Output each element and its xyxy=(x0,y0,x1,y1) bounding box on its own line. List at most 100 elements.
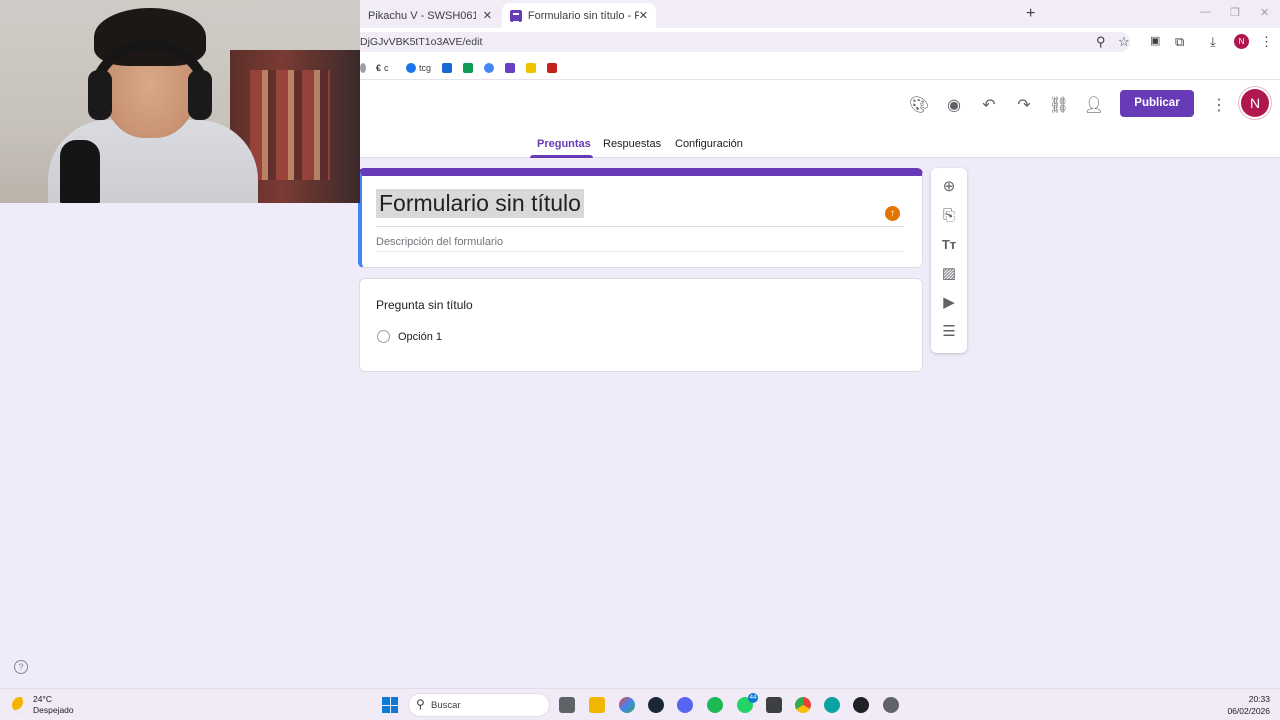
close-tab-icon[interactable]: ✕ xyxy=(483,9,492,22)
browser-tab-bar: Pikachu V - SWSH061 - Sword ✕ Formulario… xyxy=(360,0,1280,28)
more-options-icon[interactable]: ⋮ xyxy=(1208,95,1230,117)
obs-icon[interactable] xyxy=(853,697,869,713)
headset-ear-right xyxy=(188,70,212,120)
bookmark-gear[interactable] xyxy=(360,61,369,75)
bookmark-label: c xyxy=(384,63,389,73)
publish-button[interactable]: Publicar xyxy=(1120,90,1194,117)
question-toolbar: ⊕ ⎘ Tт ▨ ▶ ☰ xyxy=(931,168,967,353)
teal-app-icon[interactable] xyxy=(824,697,840,713)
circle-app-icon xyxy=(484,63,494,73)
taskbar-search[interactable]: ⚲ Buscar xyxy=(408,693,550,717)
bookmark-cloud[interactable] xyxy=(442,61,455,75)
clock-date[interactable]: 06/02/2026 xyxy=(1215,706,1270,716)
code-extension-icon[interactable]: ▣ xyxy=(1150,34,1160,47)
bookmarks-bar: € c tcg xyxy=(360,56,1280,80)
whatsapp-badge: 44 xyxy=(748,693,758,703)
bookmark-purple[interactable] xyxy=(505,61,518,75)
bookmark-label: tcg xyxy=(419,63,432,73)
browser-tab-forms[interactable]: Formulario sin título - Formul ✕ xyxy=(502,3,656,28)
undo-icon[interactable]: ↶ xyxy=(978,95,1000,117)
steam-icon[interactable] xyxy=(648,697,664,713)
option-label[interactable]: Opción 1 xyxy=(398,331,442,343)
add-image-icon[interactable]: ▨ xyxy=(939,264,959,284)
browser-tab-pikachu[interactable]: Pikachu V - SWSH061 - Sword ✕ xyxy=(360,3,500,28)
add-collaborator-icon[interactable]: 👤︎ xyxy=(1083,95,1105,117)
sheets-icon xyxy=(463,63,473,73)
redo-icon[interactable]: ↷ xyxy=(1013,95,1035,117)
add-question-icon[interactable]: ⊕ xyxy=(939,177,959,197)
tab-title: Formulario sin título - Formul xyxy=(527,9,639,22)
title-underline xyxy=(376,226,904,227)
whatsapp-icon[interactable]: 44 xyxy=(737,693,758,713)
add-title-icon[interactable]: Tт xyxy=(939,235,959,255)
tab-title: Pikachu V - SWSH061 - Sword xyxy=(368,9,476,22)
tab-configuracion[interactable]: Configuración xyxy=(675,138,743,150)
tab-preguntas[interactable]: Preguntas xyxy=(537,138,591,150)
address-bar-row: DjGJvVBK5tT1o3AVE/edit ⚲ ☆ ▣ ⧉ ⤓ N ⋮ xyxy=(360,28,1280,56)
download-icon[interactable]: ⤓ xyxy=(1210,34,1216,50)
microphone xyxy=(60,140,100,203)
red-app-icon xyxy=(547,63,557,73)
headset-ear-left xyxy=(88,70,112,120)
close-window-icon[interactable]: ✕ xyxy=(1260,6,1269,19)
minimize-icon[interactable]: — xyxy=(1200,6,1211,18)
forms-header: 🎨︎ ◉ ↶ ↷ ⛓ 👤︎ Publicar ⋮ N Preguntas Res… xyxy=(360,80,1280,158)
extensions-icon[interactable]: ⧉ xyxy=(1175,34,1184,50)
euro-icon: € xyxy=(376,63,382,73)
chrome-icon[interactable] xyxy=(795,697,811,713)
tab-respuestas[interactable]: Respuestas xyxy=(603,138,661,150)
upload-arrow-icon[interactable]: ↑ xyxy=(885,206,900,221)
description-underline xyxy=(376,251,904,252)
task-view-icon[interactable] xyxy=(559,697,575,713)
bookmark-sheets[interactable] xyxy=(463,61,476,75)
moon-weather-icon[interactable] xyxy=(12,697,28,713)
zoom-icon[interactable]: ⚲ xyxy=(1096,34,1106,50)
calculator-icon[interactable] xyxy=(766,697,782,713)
weather-condition: Despejado xyxy=(33,705,74,715)
yellow-app-icon xyxy=(526,63,536,73)
active-tab-indicator xyxy=(530,155,593,158)
file-explorer-icon[interactable] xyxy=(589,697,605,713)
copilot-icon[interactable] xyxy=(619,697,635,713)
windows-start-icon[interactable] xyxy=(382,697,398,713)
windows-taskbar: 24°C Despejado ⚲ Buscar 44 20:33 06/02/2… xyxy=(0,688,1280,720)
palette-icon[interactable]: 🎨︎ xyxy=(908,95,930,117)
bookmark-c[interactable]: € c xyxy=(376,61,389,75)
new-tab-icon[interactable]: + xyxy=(1026,5,1035,23)
bookmark-yellow[interactable] xyxy=(526,61,539,75)
question-card[interactable]: Pregunta sin título Opción 1 xyxy=(359,278,923,372)
settings-icon[interactable] xyxy=(883,697,899,713)
restore-icon[interactable]: ❐ xyxy=(1230,6,1240,19)
tcg-icon xyxy=(406,63,416,73)
preview-eye-icon[interactable]: ◉ xyxy=(943,95,965,117)
search-icon: ⚲ xyxy=(416,697,425,711)
add-section-icon[interactable]: ☰ xyxy=(939,322,959,342)
bookmark-star-icon[interactable]: ☆ xyxy=(1118,34,1130,50)
bookmark-red[interactable] xyxy=(547,61,560,75)
spotify-icon[interactable] xyxy=(707,697,723,713)
link-icon[interactable]: ⛓ xyxy=(1048,95,1070,117)
add-video-icon[interactable]: ▶ xyxy=(939,293,959,313)
form-title-input[interactable]: Formulario sin título xyxy=(376,189,584,218)
discord-icon[interactable] xyxy=(677,697,693,713)
form-title-card: Formulario sin título ↑ Descripción del … xyxy=(358,168,923,268)
account-avatar[interactable]: N xyxy=(1241,89,1269,117)
close-tab-icon[interactable]: ✕ xyxy=(639,9,648,22)
url-field[interactable]: DjGJvVBK5tT1o3AVE/edit xyxy=(360,32,1130,52)
bookmark-circle[interactable] xyxy=(484,61,497,75)
weather-temperature: 24°C xyxy=(33,694,52,704)
import-questions-icon[interactable]: ⎘ xyxy=(939,206,959,226)
gear-icon xyxy=(360,63,366,73)
bookmark-tcg[interactable]: tcg xyxy=(406,61,431,75)
clock-time[interactable]: 20:33 xyxy=(1225,694,1270,704)
webcam-overlay xyxy=(0,0,360,203)
help-icon[interactable]: ? xyxy=(14,660,28,674)
cloud-icon xyxy=(442,63,452,73)
search-label: Buscar xyxy=(431,700,461,711)
question-title[interactable]: Pregunta sin título xyxy=(376,298,473,312)
profile-avatar-small[interactable]: N xyxy=(1234,34,1249,49)
radio-option-icon xyxy=(377,330,390,343)
browser-menu-icon[interactable]: ⋮ xyxy=(1260,34,1273,50)
purple-app-icon xyxy=(505,63,515,73)
form-description-input[interactable]: Descripción del formulario xyxy=(376,236,503,248)
